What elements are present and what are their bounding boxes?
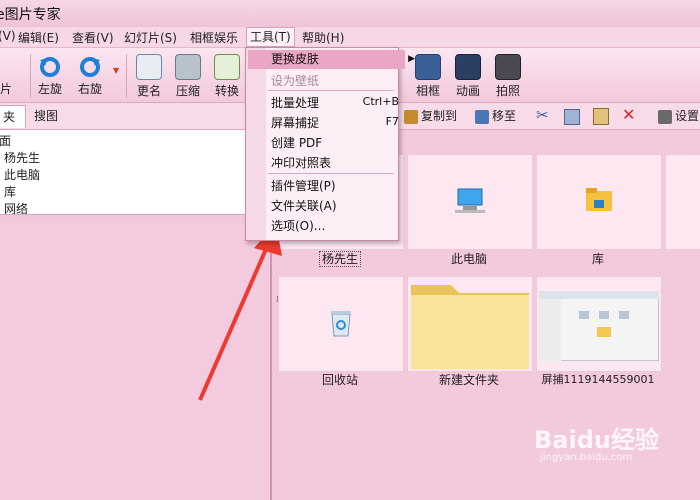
recycle-bin-icon [331,311,351,337]
menu-view-partial[interactable]: (V) [0,29,16,43]
thumbnail-caption: 杨先生 [278,250,402,267]
convert-button[interactable]: 转换 [207,50,247,99]
film-icon [455,54,481,80]
settings-button[interactable]: 设置 [658,106,699,126]
tree-item-this-pc[interactable]: 此电脑 [4,166,40,183]
menu-view[interactable]: 查看(V) [72,29,114,46]
copy-to-icon [404,109,418,124]
move-to-button[interactable]: 移至 [475,106,516,126]
thumbnail-caption: 屏捕1119144559001 [541,373,655,386]
thumbnail-library[interactable] [536,154,662,250]
camera-button[interactable]: 拍照 [488,50,528,99]
thumbnail-this-pc[interactable] [407,154,533,250]
tools-dropdown-menu: 更换皮肤 ▶ 设为壁纸 批量处理 Ctrl+B 屏幕捕捉 F7 创建 PDF 冲… [245,47,415,241]
annotation-arrow [198,224,282,401]
tab-folders[interactable]: 夹 [0,105,27,128]
menu-tools[interactable]: 工具(T) [246,27,295,47]
tree-item-library[interactable]: 库 [4,183,16,200]
move-to-icon [475,109,489,124]
menu-item-screen-capture[interactable]: 屏幕捕捉 F7 [271,114,399,131]
thumbnail-caption: 回收站 [321,373,358,387]
compress-button[interactable]: 压缩 [168,50,208,99]
frame-icon [415,54,441,80]
screenshot-image [539,291,659,361]
menu-item-options[interactable]: 选项(O)... [271,217,325,234]
menu-slideshow[interactable]: 幻灯片(S) [124,29,177,46]
camera-icon [495,54,521,80]
animation-button[interactable]: 动画 [448,50,488,99]
rotate-right-icon [78,54,102,78]
thumbnail-new-folder[interactable] [407,276,533,372]
folder-tree: 面 杨先生 此电脑 库 网络 [0,130,271,216]
library-folder-icon [586,188,612,211]
menu-item-print-contact-sheet[interactable]: 冲印对照表 [271,154,331,171]
rename-icon [136,54,162,80]
title-bar: e图片专家 [0,0,700,28]
thumbnail-partial[interactable] [665,154,700,250]
tools-icon [658,109,672,124]
thumbnail-caption: 新建文件夹 [438,373,499,387]
tree-item-user[interactable]: 杨先生 [4,149,40,166]
delete-icon[interactable]: ✕ [622,105,635,124]
thumbnail-caption: 库 [591,252,604,266]
submenu-arrow-icon: ▶ [408,54,415,64]
menu-item-file-association[interactable]: 文件关联(A) [271,197,337,214]
menu-edit[interactable]: 编辑(E) [18,29,59,46]
copy-to-button[interactable]: 复制到 [404,106,457,126]
baidu-watermark: Baidu经验 [534,426,659,454]
menu-item-plugin-manager[interactable]: 插件管理(P) [271,177,336,194]
menu-item-batch-process[interactable]: 批量处理 Ctrl+B [271,94,399,111]
rotate-left-button[interactable]: 左旋 [30,50,70,97]
compress-icon [175,54,201,80]
thumbnail-screenshot[interactable] [536,276,662,372]
thumbnail-caption: 此电脑 [450,252,487,266]
menu-item-create-pdf[interactable]: 创建 PDF [271,134,322,151]
rename-button[interactable]: 更名 [129,50,169,99]
tab-search-images[interactable]: 搜图 [24,105,68,127]
menu-help[interactable]: 帮助(H) [302,29,344,46]
baidu-watermark-url: jingyan.baidu.com [540,452,633,463]
menu-item-set-wallpaper: 设为壁纸 [271,74,320,88]
rotate-left-icon [38,54,62,78]
toolbar-partial-button[interactable]: 片 [0,50,26,97]
tree-item-desktop[interactable]: 面 [0,132,11,149]
menu-item-change-skin[interactable]: 更换皮肤 ▶ [248,50,415,69]
thumbnail-recycle-bin[interactable] [278,276,404,372]
cut-icon[interactable]: ✂ [536,106,549,124]
dropdown-arrow-icon[interactable]: ▼ [113,66,119,75]
convert-icon [214,54,240,80]
toolbar-separator [126,54,127,98]
rotate-right-button[interactable]: 右旋 [70,50,110,97]
menu-bar: (V) 编辑(E) 查看(V) 幻灯片(S) 相框娱乐 工具(T) 帮助(H) [0,27,700,48]
window-title: e图片专家 [0,7,61,23]
paste-icon[interactable] [593,108,609,125]
copy-icon[interactable] [564,109,580,125]
menu-frames-fun[interactable]: 相框娱乐 [190,29,238,46]
computer-icon [455,188,485,213]
menu-separator [268,90,394,91]
folder-icon [411,285,529,369]
menu-separator [268,173,394,174]
